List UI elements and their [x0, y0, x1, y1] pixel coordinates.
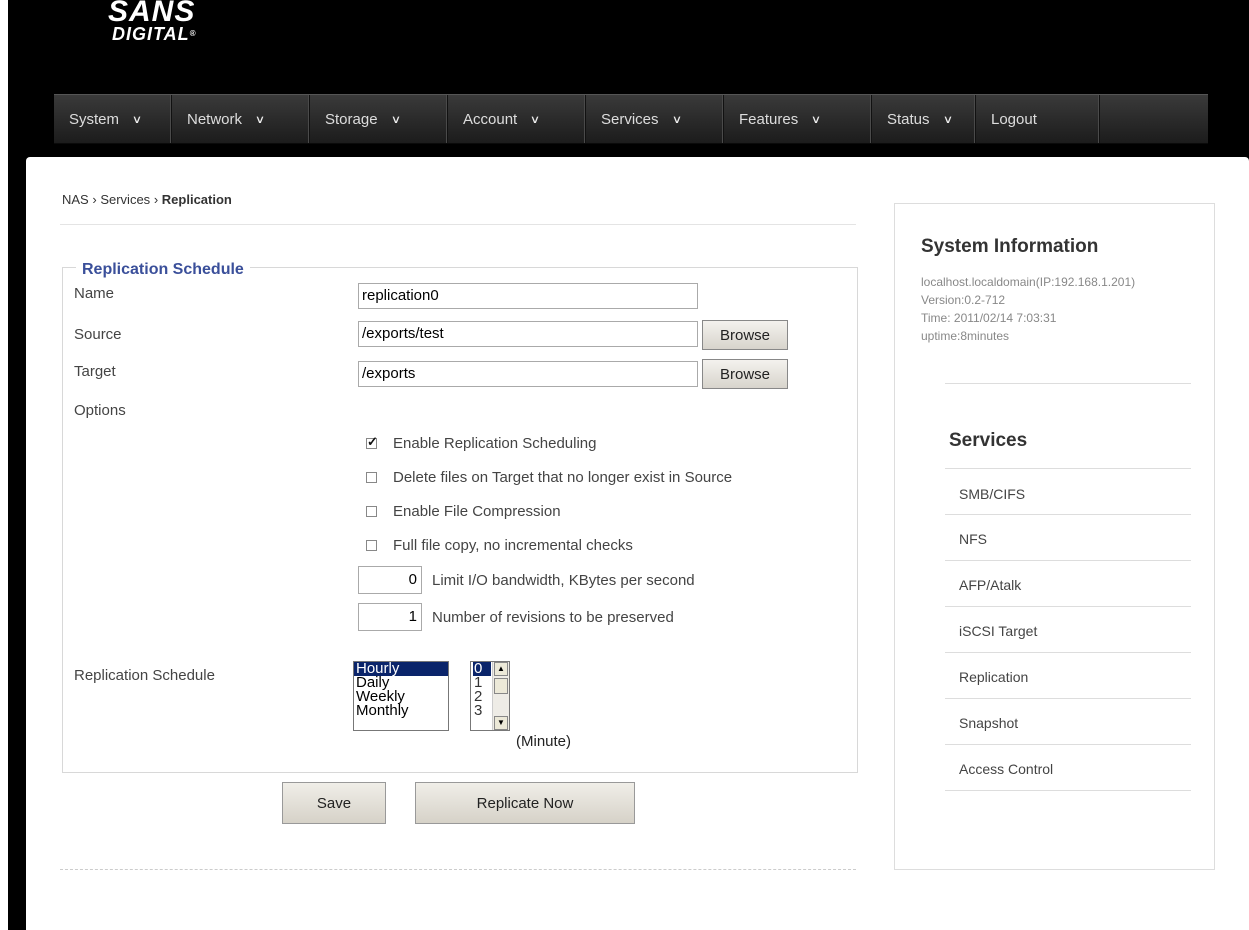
chevron-down-icon: ∨ [529, 113, 541, 126]
minute-label: (Minute) [516, 733, 706, 750]
nav-storage[interactable]: Storage ∨ [310, 95, 448, 143]
divider [945, 560, 1191, 561]
divider [60, 224, 856, 225]
revisions-label: Number of revisions to be preserved [432, 609, 674, 626]
breadcrumb-services[interactable]: Services [100, 192, 150, 207]
option-label: Enable File Compression [393, 502, 561, 520]
replicate-now-button[interactable]: Replicate Now [415, 782, 635, 824]
host-info: localhost.localdomain(IP:192.168.1.201) [921, 275, 1136, 289]
option-label: Delete files on Target that no longer ex… [393, 468, 733, 486]
scroll-up-arrow-icon[interactable]: ▲ [494, 662, 508, 676]
chevron-down-icon: ∨ [254, 113, 266, 126]
checkbox[interactable] [366, 471, 377, 483]
schedule-frequency-listbox[interactable]: Hourly Daily Weekly Monthly [353, 661, 449, 731]
chevron-down-icon: ∨ [942, 113, 953, 126]
logo-line2: DIGITAL [112, 24, 190, 44]
service-link-afp[interactable]: AFP/Atalk [959, 577, 1021, 593]
bandwidth-input[interactable]: 0 [358, 566, 422, 594]
divider [945, 790, 1191, 791]
scroll-thumb[interactable] [494, 678, 508, 694]
nav-features[interactable]: Features ∨ [724, 95, 872, 143]
nav-features-label: Features [739, 110, 799, 128]
listbox-option[interactable]: Monthly [354, 703, 448, 718]
option-enable-scheduling[interactable]: Enable Replication Scheduling [366, 433, 596, 453]
chevron-down-icon: ∨ [671, 113, 682, 126]
source-input[interactable]: /exports/test [358, 321, 698, 347]
breadcrumb: NAS › Services › Replication [62, 192, 232, 207]
system-info-panel: System Information localhost.localdomain… [894, 203, 1215, 870]
app-frame: SANS DIGITAL® System ∨ Network ∨ Storage… [8, 0, 1249, 930]
checkbox[interactable] [366, 539, 377, 551]
fieldset-legend: Replication Schedule [76, 261, 250, 279]
option-label: Enable Replication Scheduling [393, 434, 597, 452]
option-delete-files[interactable]: Delete files on Target that no longer ex… [366, 467, 732, 487]
nav-system-label: System [69, 110, 120, 128]
content-area: NAS › Services › Replication Replication… [26, 157, 1249, 930]
chevron-down-icon: ∨ [810, 113, 822, 126]
services-title: Services [949, 430, 1028, 451]
divider [945, 744, 1191, 745]
minute-listbox[interactable]: 0 1 2 3 ▲ ▼ [470, 661, 510, 731]
divider [945, 514, 1191, 515]
options-label: Options [74, 402, 126, 419]
nav-status-label: Status [887, 110, 930, 128]
divider [945, 383, 1191, 384]
chevron-down-icon: ∨ [131, 113, 143, 126]
service-link-nfs[interactable]: NFS [959, 531, 987, 547]
scroll-down-arrow-icon[interactable]: ▼ [494, 716, 508, 730]
nav-storage-label: Storage [325, 110, 378, 128]
checkbox[interactable] [366, 505, 377, 517]
source-browse-button[interactable]: Browse [702, 320, 788, 350]
revisions-input[interactable]: 1 [358, 603, 422, 631]
bandwidth-label: Limit I/O bandwidth, KBytes per second [432, 572, 695, 589]
nav-services-label: Services [601, 110, 659, 128]
service-link-replication[interactable]: Replication [959, 669, 1028, 685]
name-input[interactable]: replication0 [358, 283, 698, 309]
sans-digital-logo: SANS DIGITAL® [108, 0, 197, 44]
dashed-divider [60, 869, 856, 870]
nav-logout-label: Logout [991, 110, 1037, 128]
nav-account[interactable]: Account ∨ [448, 95, 586, 143]
main-nav: System ∨ Network ∨ Storage ∨ Account ∨ S… [54, 94, 1208, 144]
breadcrumb-current: Replication [161, 192, 232, 207]
uptime-info: uptime:8minutes [921, 329, 1010, 343]
service-link-smb[interactable]: SMB/CIFS [959, 486, 1025, 502]
breadcrumb-nas[interactable]: NAS [62, 192, 89, 207]
service-link-access-control[interactable]: Access Control [959, 761, 1053, 777]
divider [945, 468, 1191, 469]
nav-filler [1100, 95, 1208, 143]
time-info: Time: 2011/02/14 7:03:31 [921, 311, 1057, 325]
name-label: Name [74, 285, 115, 302]
target-browse-button[interactable]: Browse [702, 359, 788, 389]
option-full-copy[interactable]: Full file copy, no incremental checks [366, 535, 633, 555]
target-label: Target [74, 363, 116, 380]
nav-account-label: Account [463, 110, 518, 128]
breadcrumb-separator: › [153, 192, 159, 207]
checkbox-checked[interactable] [366, 434, 378, 450]
breadcrumb-separator: › [92, 192, 97, 207]
nav-services[interactable]: Services ∨ [586, 95, 724, 143]
nav-network[interactable]: Network ∨ [172, 95, 310, 143]
target-input[interactable]: /exports [358, 361, 698, 387]
system-info-title: System Information [921, 236, 1099, 257]
divider [945, 652, 1191, 653]
nav-network-label: Network [187, 110, 243, 128]
nav-system[interactable]: System ∨ [54, 95, 172, 143]
nav-logout[interactable]: Logout [976, 95, 1100, 143]
minute-scrollbar[interactable]: ▲ ▼ [492, 662, 509, 730]
save-button[interactable]: Save [282, 782, 386, 824]
option-file-compression[interactable]: Enable File Compression [366, 501, 561, 521]
nav-status[interactable]: Status ∨ [872, 95, 976, 143]
option-label: Full file copy, no incremental checks [393, 536, 633, 554]
source-label: Source [74, 326, 122, 343]
schedule-label: Replication Schedule [74, 667, 215, 684]
chevron-down-icon: ∨ [390, 113, 401, 126]
version-info: Version:0.2-712 [921, 293, 1006, 307]
minute-option[interactable]: 3 [473, 703, 491, 718]
service-link-snapshot[interactable]: Snapshot [959, 715, 1018, 731]
divider [945, 606, 1191, 607]
service-link-iscsi[interactable]: iSCSI Target [959, 623, 1037, 639]
divider [945, 698, 1191, 699]
